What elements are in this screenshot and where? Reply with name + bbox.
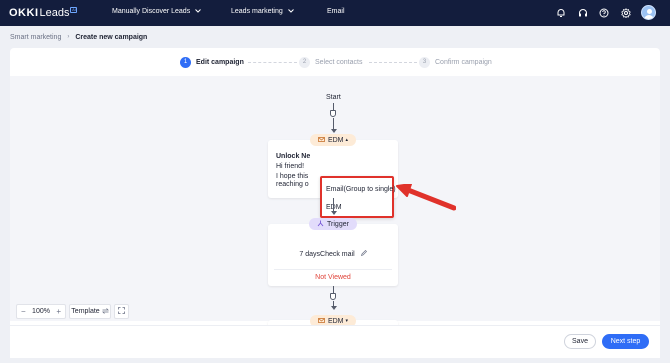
step-select-contacts[interactable]: 2 Select contacts [299,56,362,68]
trigger-node[interactable]: 7 daysCheck mail Not Viewed [268,224,398,286]
nav-email[interactable]: Email [327,8,345,15]
avatar-head-shape [646,8,652,14]
avatar-shoulders-shape [644,14,654,19]
step-label: Select contacts [315,58,363,66]
step-number: 2 [299,56,310,68]
red-annotation-arrow [396,184,456,211]
save-button[interactable]: Save [564,334,596,349]
nav-leads-marketing[interactable]: Leads marketing [231,8,294,15]
edm-node-line: reaching o [276,181,309,188]
nav-item-label: Manually Discover Leads [112,8,191,15]
step-edit-campaign[interactable]: 1 Edit campaign [180,56,244,68]
trigger-pill-label: Trigger [327,220,349,228]
flow-canvas[interactable]: Start Unlock Ne Hi friend! I hope this r… [10,76,660,330]
dropdown-option-email-group-to-single[interactable]: Email(Group to single) [326,186,396,193]
trigger-branch-icon [317,220,324,229]
arrow-down-icon [330,211,337,215]
arrow-down-icon [330,306,337,310]
trigger-status-not-viewed[interactable]: Not Viewed [268,274,398,281]
step-connector [248,62,297,63]
top-navigation-bar: OKKI Leads AI Manually Discover Leads Le… [0,0,670,26]
step-progress: 1 Edit campaign 2 Select contacts 3 Conf… [10,48,660,76]
zoom-level: 100% [32,308,50,315]
breadcrumb-smart-marketing[interactable]: Smart marketing [10,34,61,41]
edm-node-line: Hi friend! [276,163,305,170]
edm-type-toggle[interactable]: EDM ▴ [310,134,356,146]
step-label: Confirm campaign [435,58,492,66]
email-icon [318,317,325,325]
zoom-in-button[interactable]: + [56,307,61,316]
logo-primary-text: OKKI [9,7,39,19]
shield-icon [330,110,336,117]
breadcrumb-separator: › [67,34,70,40]
step-connector [369,62,417,63]
fullscreen-icon [118,307,125,316]
caret-down-icon: ▾ [345,318,349,324]
edm-pill-label: EDM [327,136,344,144]
template-button-label: Template [71,308,100,315]
trigger-pill: Trigger [309,218,357,230]
bell-icon[interactable] [555,7,567,19]
trigger-condition-text: 7 daysCheck mail [299,251,355,258]
edm-node-title: Unlock Ne [276,153,311,160]
step-number: 3 [419,56,430,68]
chevron-down-icon [287,8,294,15]
page-footer: Save Next step [10,325,660,358]
step-confirm-campaign[interactable]: 3 Confirm campaign [419,56,492,68]
arrow-down-icon [330,129,337,133]
settings-icon[interactable] [620,7,632,19]
shield-icon [330,293,336,300]
nav-item-label: Leads marketing [231,8,283,15]
logo-ai-badge: AI [70,7,78,13]
user-avatar[interactable] [641,5,656,20]
headset-icon[interactable] [577,7,589,19]
trigger-condition: 7 daysCheck mail [268,250,398,258]
okki-leads-logo[interactable]: OKKI Leads AI [9,6,78,20]
fullscreen-button[interactable] [114,304,129,319]
breadcrumb-current: Create new campaign [75,33,148,41]
email-icon [318,136,325,144]
step-label: Edit campaign [196,58,244,66]
breadcrumb: Smart marketing › Create new campaign [10,32,147,42]
logo-secondary-text: Leads [39,7,70,19]
pencil-icon[interactable] [360,250,367,258]
nav-manually-discover-leads[interactable]: Manually Discover Leads [112,8,202,15]
connector-line [333,198,334,212]
chevron-down-icon [195,8,202,15]
next-step-button[interactable]: Next step [602,334,649,349]
caret-up-icon: ▴ [345,137,349,143]
help-icon[interactable] [598,7,610,19]
swap-icon [101,307,109,316]
step-number: 1 [180,56,191,68]
edm-node-line: I hope this [276,173,309,180]
zoom-control: − 100% + [16,304,66,319]
edm-pill-label: EDM [327,317,344,325]
zoom-out-button[interactable]: − [21,307,26,316]
nav-item-label: Email [327,8,345,15]
divider [274,269,392,270]
template-button[interactable]: Template [69,304,111,319]
flow-start-label: Start [326,94,341,101]
